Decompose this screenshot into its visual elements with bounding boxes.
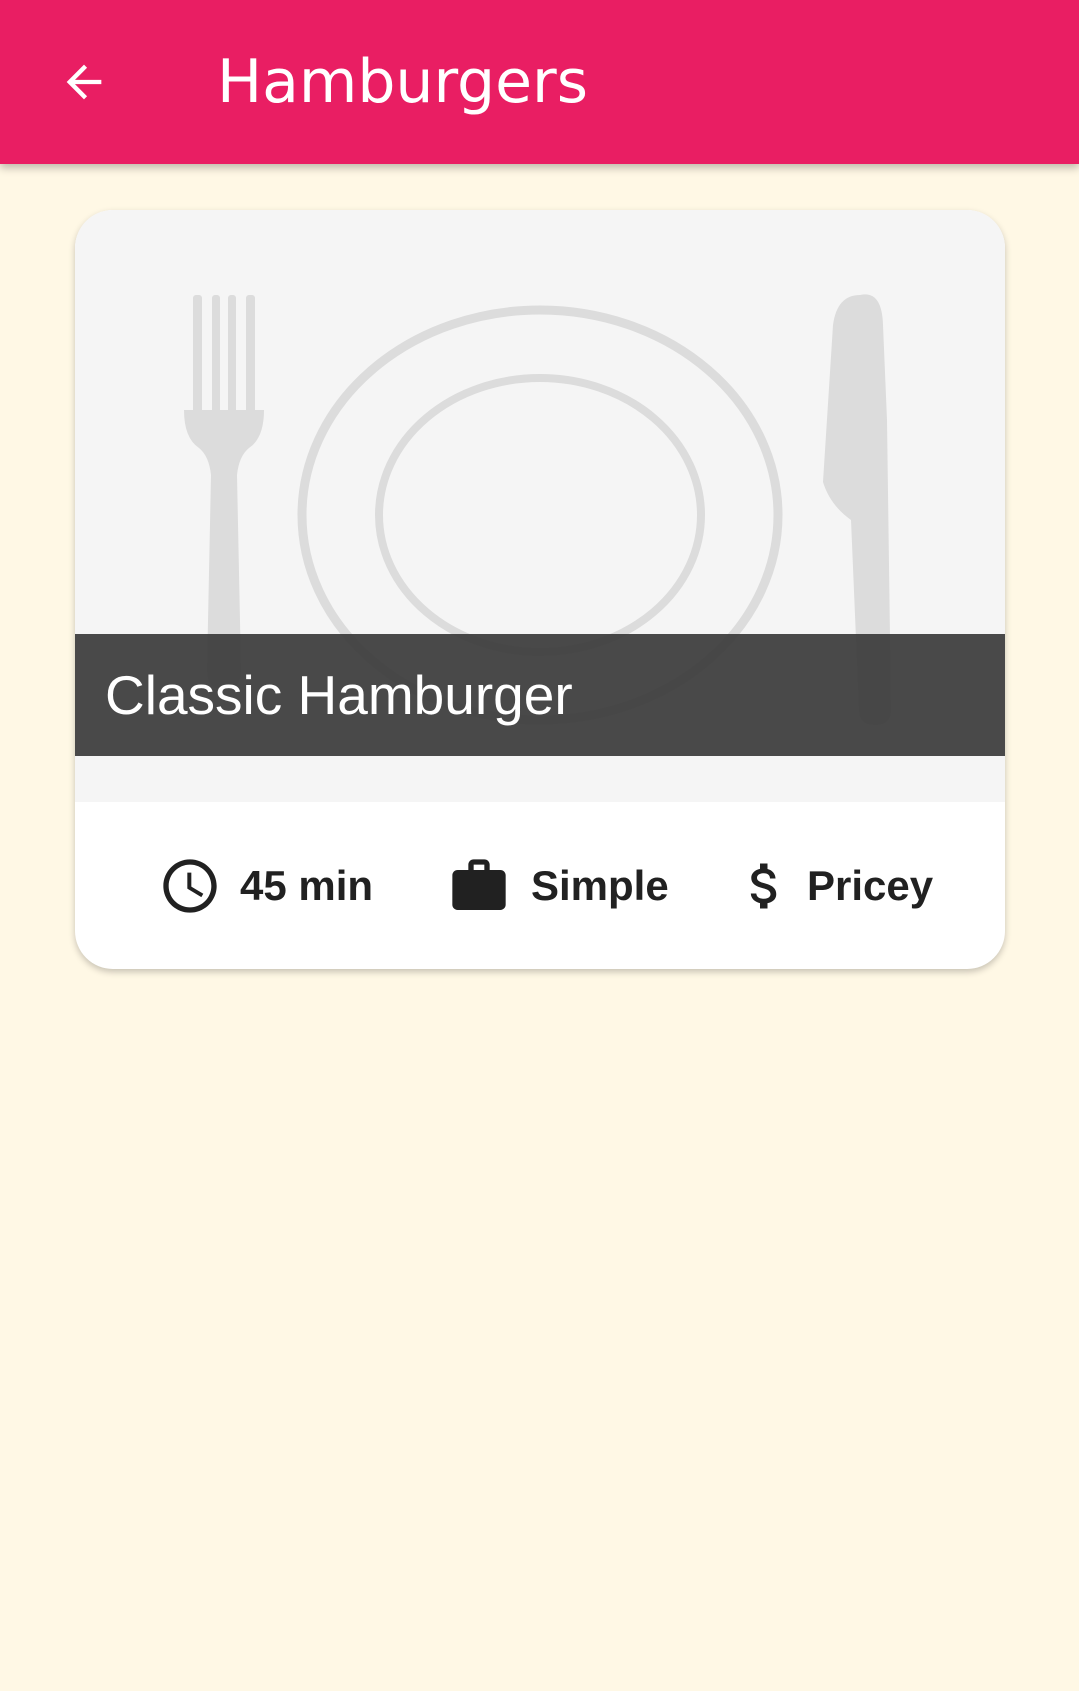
complexity-info: Simple xyxy=(447,802,669,969)
arrow-back-icon xyxy=(66,64,102,100)
affordability-label: Pricey xyxy=(807,861,934,909)
attach-money-icon xyxy=(735,854,795,918)
schedule-icon xyxy=(158,854,222,918)
complexity-label: Simple xyxy=(531,861,669,909)
page-title: Hamburgers xyxy=(217,47,588,117)
app-bar: Hamburgers xyxy=(0,0,1079,164)
work-icon xyxy=(447,854,511,918)
meal-title: Classic Hamburger xyxy=(105,664,573,726)
meal-title-strip: Classic Hamburger xyxy=(75,634,1005,756)
affordability-info: Pricey xyxy=(735,802,933,969)
back-button[interactable] xyxy=(40,42,128,122)
duration-info: 45 min xyxy=(158,802,373,969)
duration-label: 45 min xyxy=(240,861,374,909)
meal-image: Classic Hamburger xyxy=(75,210,1005,802)
meal-card[interactable]: Classic Hamburger 45 min Simple Pricey xyxy=(75,210,1005,969)
meal-details-row: 45 min Simple Pricey xyxy=(75,802,1005,969)
